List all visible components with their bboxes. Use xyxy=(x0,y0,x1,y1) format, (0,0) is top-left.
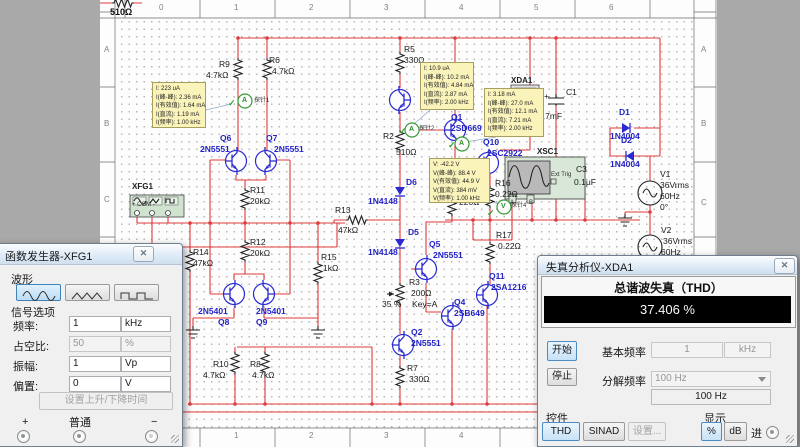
frequency-label: 频率: xyxy=(13,318,38,334)
thd-panel: 总谐波失真（THD） 37.406 % xyxy=(541,276,796,328)
probe-readout[interactable]: I: 3.18 mAI(峰-峰): 27.0 mAI(有效值): 12.1 mA… xyxy=(484,88,544,137)
probe-readout[interactable]: V: -42.2 VV(峰-峰): 88.4 VV(有效值): 44.9 VV(… xyxy=(429,158,490,203)
duty-cycle-label: 占空比: xyxy=(13,338,49,354)
close-icon[interactable]: ✕ xyxy=(774,258,795,274)
thd-mode-button[interactable]: THD xyxy=(542,422,580,441)
offset-input[interactable]: 0 xyxy=(69,376,121,392)
probe-readout[interactable]: I: 223 uAI(峰-峰): 2.36 mAI(有效值): 1.64 mAI… xyxy=(152,82,206,128)
amplitude-input[interactable]: 1 xyxy=(69,356,121,372)
start-button[interactable]: 开始 xyxy=(547,341,577,361)
thd-header: 总谐波失真（THD） xyxy=(542,279,795,296)
xfg-title: 函数发生器-XFG1 xyxy=(5,248,92,264)
set-rise-fall-button[interactable]: 设置上升/下降时间 xyxy=(39,392,173,410)
amplitude-unit[interactable]: Vp xyxy=(121,356,171,372)
function-generator-dialog[interactable]: 函数发生器-XFG1 ✕ 波形 信号选项 频率:1kHz占空比:50%振幅:1V… xyxy=(0,243,183,447)
fundamental-freq-unit[interactable]: kHz xyxy=(724,342,771,358)
frequency-unit[interactable]: kHz xyxy=(121,316,171,332)
probe-readout[interactable]: I: 10.9 uAI(峰-峰): 10.2 mAI(有效值): 4.84 mA… xyxy=(420,62,474,110)
xfg-row-amplitude: 振幅: 1Vp xyxy=(0,356,182,372)
resize-grip[interactable] xyxy=(786,435,794,443)
chevron-down-icon xyxy=(758,377,766,382)
amplitude-label: 振幅: xyxy=(13,358,38,374)
fundamental-freq-input[interactable]: 1 xyxy=(651,342,723,358)
offset-unit[interactable]: V xyxy=(121,376,171,392)
resolution-freq-display: 100 Hz xyxy=(651,389,771,405)
triangle-wave-button[interactable] xyxy=(65,284,110,301)
duty-cycle-unit[interactable]: % xyxy=(121,336,171,352)
fundamental-freq-label: 基本频率 xyxy=(602,344,646,360)
xfg-row-frequency: 频率: 1kHz xyxy=(0,316,182,332)
close-icon[interactable]: ✕ xyxy=(133,246,154,262)
frequency-input[interactable]: 1 xyxy=(69,316,121,332)
xfg-row-offset: 偏置: 0V xyxy=(0,376,182,392)
in-terminal-label: 进 xyxy=(751,425,762,441)
plus-terminal-label: + xyxy=(22,416,28,428)
resize-grip[interactable] xyxy=(171,435,179,443)
percent-display-button[interactable]: % xyxy=(701,422,722,441)
plus-terminal[interactable] xyxy=(17,430,30,443)
xfg-row-duty-cycle: 占空比: 50% xyxy=(0,336,182,352)
sine-wave-icon xyxy=(22,291,56,301)
sinad-mode-button[interactable]: SINAD xyxy=(583,422,625,441)
in-terminal[interactable] xyxy=(766,426,779,439)
distortion-analyzer-dialog[interactable]: 失真分析仪-XDA1 ✕ 总谐波失真（THD） 37.406 % 开始 停止 基… xyxy=(537,255,798,447)
xda-titlebar[interactable]: 失真分析仪-XDA1 ✕ xyxy=(538,256,797,275)
xfg-titlebar[interactable]: 函数发生器-XFG1 ✕ xyxy=(0,244,182,265)
resolution-freq-select[interactable]: 100 Hz xyxy=(651,371,771,387)
xda-title: 失真分析仪-XDA1 xyxy=(546,259,633,275)
common-terminal-label: 普通 xyxy=(69,414,91,430)
common-terminal[interactable] xyxy=(73,430,86,443)
minus-terminal[interactable] xyxy=(145,430,158,443)
settings-button[interactable]: 设置... xyxy=(628,422,666,441)
square-wave-icon xyxy=(120,291,154,301)
duty-cycle-input[interactable]: 50 xyxy=(69,336,121,352)
minus-terminal-label: − xyxy=(151,416,157,428)
triangle-wave-icon xyxy=(71,291,105,301)
thd-value-display: 37.406 % xyxy=(544,296,791,323)
resolution-freq-label: 分解频率 xyxy=(602,373,646,389)
sine-wave-button[interactable] xyxy=(16,284,61,301)
multisim-workspace: 510ΩR94.7kΩR64.7kΩR5330ΩR2510ΩR1120kΩR12… xyxy=(0,0,800,447)
db-display-button[interactable]: dB xyxy=(724,422,747,441)
square-wave-button[interactable] xyxy=(114,284,159,301)
stop-button[interactable]: 停止 xyxy=(547,368,577,386)
offset-label: 偏置: xyxy=(13,378,38,394)
